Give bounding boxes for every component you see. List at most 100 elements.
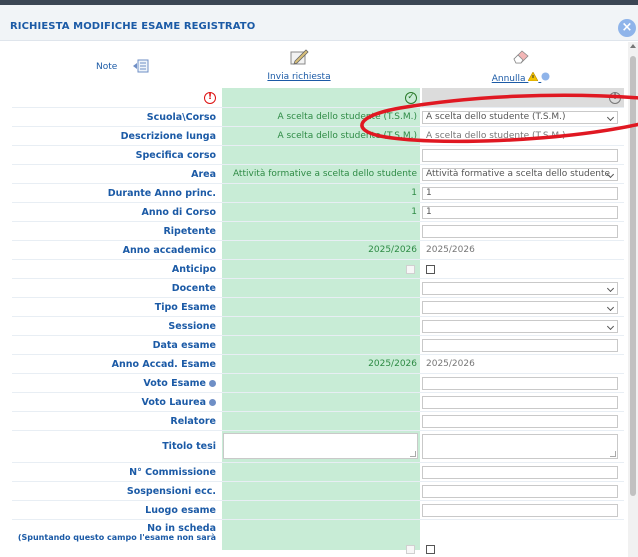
new-column-header: ! <box>422 88 624 107</box>
new-value-cell <box>422 146 624 164</box>
field-label: Luogo esame <box>145 504 216 516</box>
send-request-label: Invia richiesta <box>267 72 331 82</box>
field-label: Titolo tesi <box>162 441 216 452</box>
form-row: Anno Accad. Esame 2025/2026 2025/2026 <box>12 355 624 374</box>
field-label: Specifica corso <box>135 149 216 161</box>
old-value-cell <box>222 520 420 554</box>
form-row: Descrizione lunga A scelta dello student… <box>12 127 624 146</box>
session-select[interactable] <box>422 319 618 333</box>
dialog-toolbar: Note Invia richiesta Annulla <box>12 46 624 86</box>
old-value-cell <box>222 260 420 278</box>
repeater-input[interactable] <box>422 224 618 238</box>
old-value: 2025/2026 <box>222 355 420 373</box>
new-value-cell <box>422 317 624 335</box>
new-value-cell: 1 <box>422 184 624 202</box>
form-row: Tipo Esame <box>12 298 624 317</box>
form-row: Specifica corso <box>12 146 624 165</box>
old-value <box>222 374 420 392</box>
main-year-input[interactable]: 1 <box>422 186 618 200</box>
edit-form: ! ✓ ! Scuola\Corso A scelta dello studen… <box>12 88 624 554</box>
pending-icon: ! <box>609 91 621 104</box>
new-value-cell <box>422 431 624 462</box>
commission-number-input[interactable] <box>422 465 618 479</box>
no-in-sheet-checkbox[interactable] <box>426 545 435 554</box>
form-row: Docente <box>12 279 624 298</box>
pencil-icon <box>290 49 309 65</box>
form-row: Ripetente <box>12 222 624 241</box>
cancel-button[interactable]: Annulla <box>476 48 566 84</box>
academic-year-text: 2025/2026 <box>422 243 618 257</box>
form-row: Area Attività formative a scelta dello s… <box>12 165 624 184</box>
scroll-up-arrow-icon[interactable] <box>630 44 636 48</box>
field-label: Data esame <box>152 339 216 351</box>
field-label: Tipo Esame <box>154 301 216 313</box>
scrollbar-thumb[interactable] <box>630 56 636 496</box>
field-label: Anno Accad. Esame <box>111 358 216 370</box>
field-label: Durante Anno princ. <box>107 187 216 199</box>
cancel-label: Annulla <box>476 71 566 84</box>
form-row: Anno di Corso 1 1 <box>12 203 624 222</box>
area-select[interactable]: Attività formative a scelta dello studen… <box>422 167 618 181</box>
field-label-cell: Voto Laurea <box>12 393 220 411</box>
note-add-icon[interactable] <box>133 59 149 73</box>
warning-icon <box>527 71 539 82</box>
new-value-cell: 2025/2026 <box>422 241 624 259</box>
form-row: Relatore <box>12 412 624 431</box>
degree-grade-input[interactable] <box>422 395 618 409</box>
teacher-select[interactable] <box>422 281 618 295</box>
old-value <box>222 393 420 411</box>
thesis-title-textarea[interactable] <box>422 434 618 459</box>
exam-grade-input[interactable] <box>422 376 618 390</box>
old-value <box>222 482 420 500</box>
old-value <box>222 501 420 519</box>
form-row: Scuola\Corso A scelta dello studente (T.… <box>12 108 624 127</box>
old-value <box>222 336 420 354</box>
supervisor-input[interactable] <box>422 414 618 428</box>
field-label: Voto Esame <box>143 377 206 389</box>
exam-date-input[interactable] <box>422 338 618 352</box>
new-value-cell <box>422 520 624 554</box>
field-note: (Spuntando questo campo l'esame non sarà <box>17 533 216 542</box>
old-value <box>222 463 420 481</box>
exam-academic-year-text: 2025/2026 <box>422 357 618 371</box>
field-label: Anticipo <box>171 263 216 275</box>
new-value-cell: A scelta dello studente (T.S.M.) <box>422 127 624 145</box>
suspensions-input[interactable] <box>422 484 618 498</box>
info-icon[interactable] <box>209 379 216 387</box>
form-row: Luogo esame <box>12 501 624 520</box>
school-course-select[interactable]: A scelta dello studente (T.S.M.) <box>422 110 618 124</box>
old-value <box>222 222 420 240</box>
course-year-input[interactable]: 1 <box>422 205 618 219</box>
field-label-cell: Voto Esame <box>12 374 220 392</box>
dialog-title: RICHIESTA MODIFICHE ESAME REGISTRATO <box>10 21 256 32</box>
form-row: Data esame <box>12 336 624 355</box>
exam-type-select[interactable] <box>422 300 618 314</box>
new-value-cell <box>422 336 624 354</box>
field-label: Sessione <box>168 320 216 332</box>
info-icon[interactable] <box>209 398 216 406</box>
new-value-cell <box>422 501 624 519</box>
dialog-header: RICHIESTA MODIFICHE ESAME REGISTRATO × <box>0 5 638 41</box>
field-label: Sospensioni ecc. <box>126 485 216 497</box>
close-icon[interactable]: × <box>618 19 636 37</box>
field-label: Relatore <box>170 415 216 427</box>
send-request-button[interactable]: Invia richiesta <box>259 48 339 82</box>
old-column-header: ✓ <box>222 88 420 107</box>
new-value-cell <box>422 374 624 392</box>
old-value <box>222 146 420 164</box>
new-value-cell: A scelta dello studente (T.S.M.) <box>422 108 624 126</box>
no-in-sheet-checkbox-old <box>406 545 415 554</box>
old-value <box>222 317 420 335</box>
old-value: 1 <box>222 184 420 202</box>
thesis-title-old-textarea <box>223 433 418 459</box>
old-value: 2025/2026 <box>222 241 420 259</box>
note-label: Note <box>96 62 118 72</box>
old-value <box>222 279 420 297</box>
form-row: Anticipo <box>12 260 624 279</box>
advance-checkbox-old <box>406 264 415 274</box>
exam-place-input[interactable] <box>422 503 618 517</box>
vertical-scrollbar[interactable] <box>628 42 638 557</box>
advance-checkbox[interactable] <box>426 264 435 274</box>
new-value-cell <box>422 222 624 240</box>
course-spec-input[interactable] <box>422 148 618 162</box>
